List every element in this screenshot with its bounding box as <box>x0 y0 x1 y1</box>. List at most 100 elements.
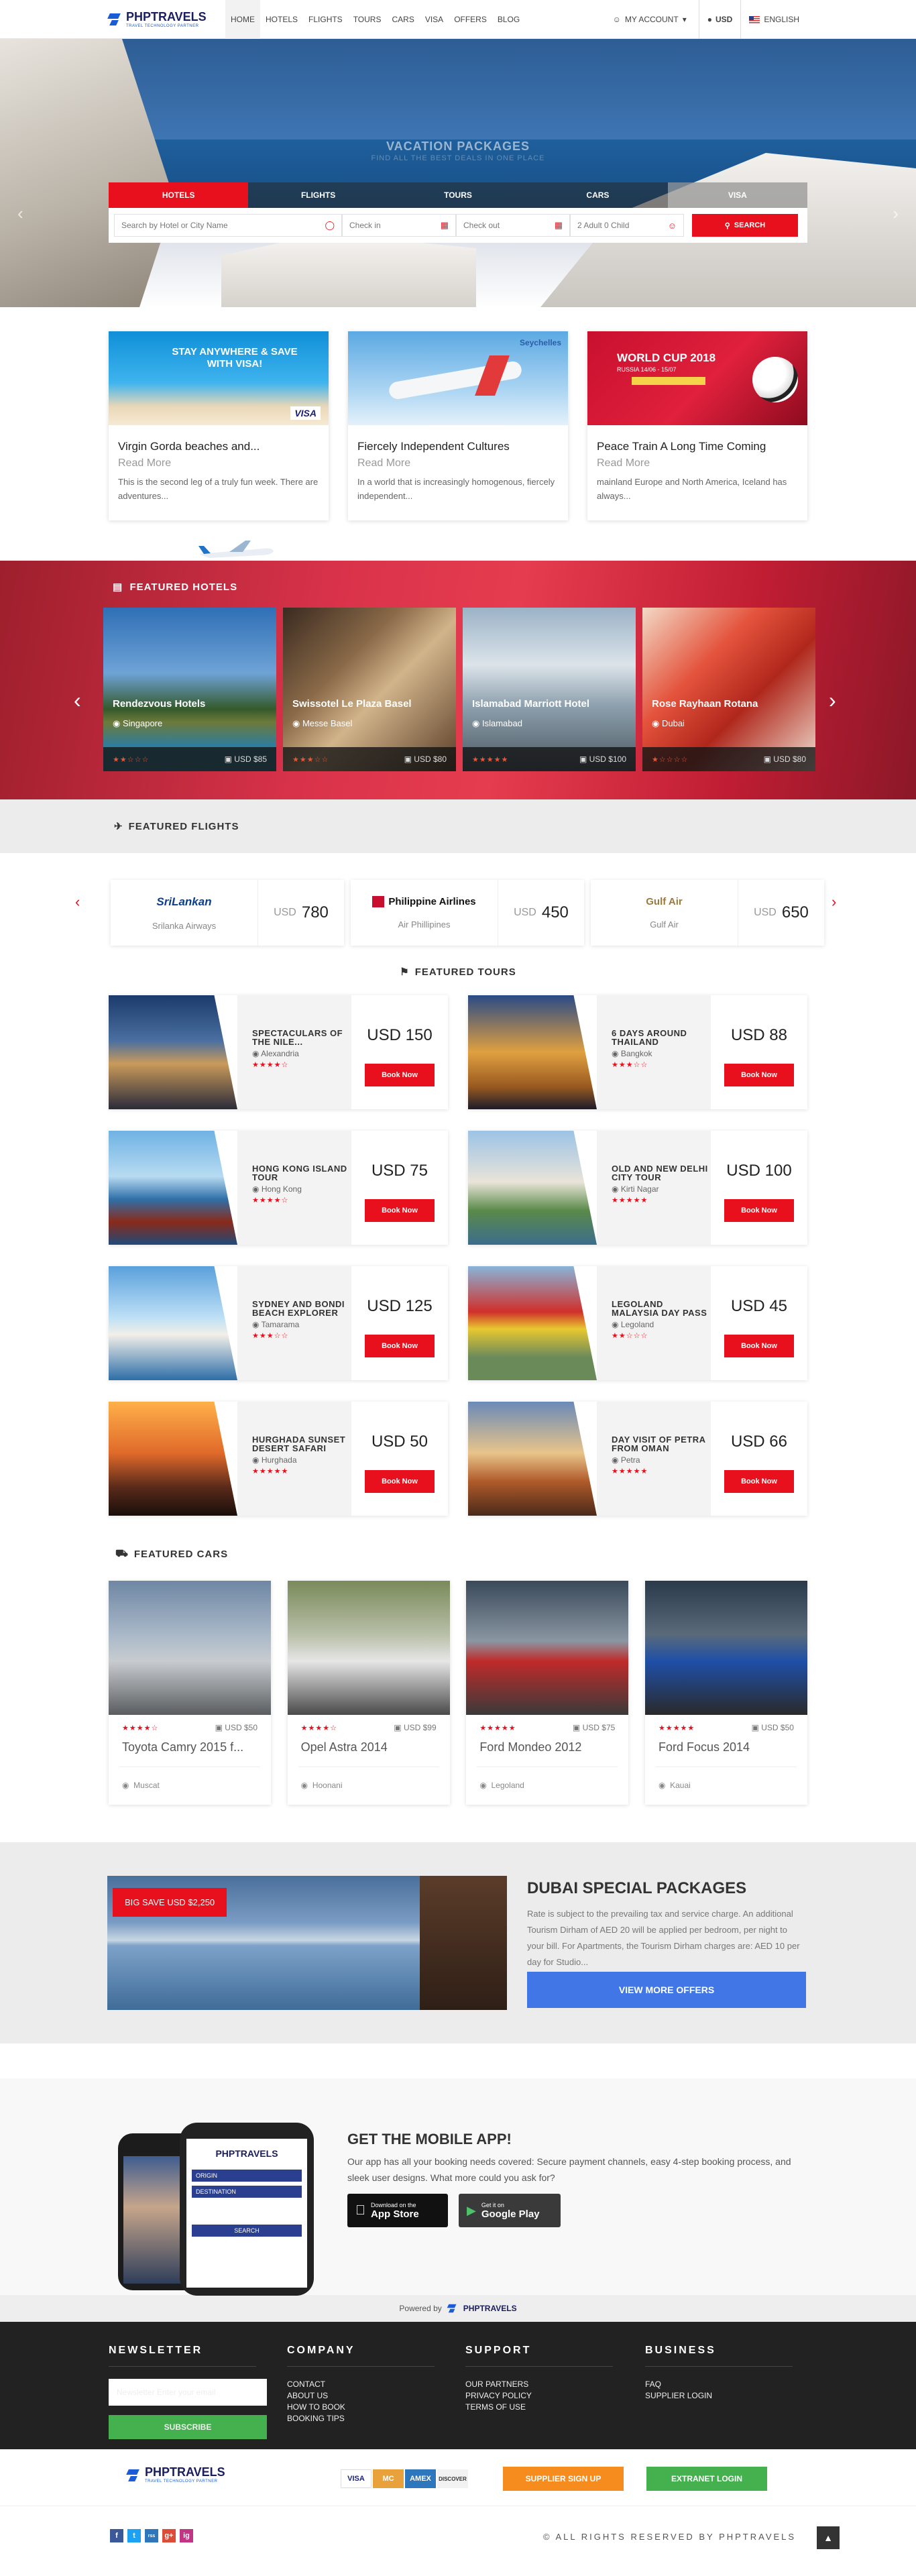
nav-hotels[interactable]: HOTELS <box>260 0 303 39</box>
hotel-location-text: Singapore <box>122 718 163 728</box>
book-now-button[interactable]: Book Now <box>724 1470 794 1493</box>
read-more-link[interactable]: Read More <box>109 457 329 473</box>
instagram-icon[interactable]: ig <box>180 2529 193 2542</box>
nav-blog[interactable]: BLOG <box>492 0 525 39</box>
tour-card[interactable]: LEGOLAND MALAYSIA DAY PASS ◉ Legoland ★★… <box>468 1266 807 1380</box>
tour-card[interactable]: SYDNEY AND BONDI BEACH EXPLORER ◉ Tamara… <box>109 1266 448 1380</box>
car-card[interactable]: ★★★★★ ▣ USD $50 Ford Focus 2014 ◉ Kauai <box>644 1581 807 1805</box>
nav-tours[interactable]: TOURS <box>348 0 387 39</box>
tour-price: USD 45 <box>730 1297 788 1315</box>
nav-offers[interactable]: OFFERS <box>449 0 492 39</box>
offer-title[interactable]: Virgin Gorda beaches and... <box>109 425 329 457</box>
scroll-to-top-icon[interactable]: ▲ <box>817 2526 840 2549</box>
flight-card[interactable]: SriLankan Srilanka Airways USD 780 <box>111 880 344 946</box>
hotel-card[interactable]: Islamabad Marriott Hotel ◉ Islamabad ★★★… <box>463 608 636 771</box>
read-more-link[interactable]: Read More <box>348 457 568 473</box>
app-store-button[interactable]: Download on theApp Store <box>347 2194 448 2227</box>
car-card[interactable]: ★★★★★ ▣ USD $75 Ford Mondeo 2012 ◉ Legola… <box>466 1581 629 1805</box>
offer-card[interactable]: WORLD CUP 2018 RUSSIA 14/06 - 15/07 Peac… <box>587 331 807 520</box>
nav-home[interactable]: HOME <box>225 0 260 39</box>
tour-card[interactable]: OLD AND NEW DELHI CITY TOUR ◉ Kirti Naga… <box>468 1131 807 1245</box>
car-name[interactable]: Toyota Camry 2015 f... <box>109 1732 271 1754</box>
hotel-card[interactable]: Swissotel Le Plaza Basel ◉ Messe Basel ★… <box>283 608 456 771</box>
offer-title[interactable]: Fiercely Independent Cultures <box>348 425 568 457</box>
car-name[interactable]: Ford Mondeo 2012 <box>466 1732 628 1754</box>
hero-next-arrow-icon[interactable]: › <box>893 203 899 224</box>
book-now-button[interactable]: Book Now <box>365 1199 435 1222</box>
hotel-location-text: Dubai <box>661 718 685 728</box>
book-now-button[interactable]: Book Now <box>365 1470 435 1493</box>
search-button[interactable]: ⚲ SEARCH <box>692 214 798 237</box>
footer-link-terms[interactable]: TERMS OF USE <box>465 2402 613 2413</box>
tour-card[interactable]: 6 DAYS AROUND THAILAND ◉ Bangkok ★★★☆☆ U… <box>468 995 807 1109</box>
star-rating: ★★★★☆ <box>122 1724 159 1732</box>
extranet-login-button[interactable]: EXTRANET LOGIN <box>646 2467 767 2491</box>
book-now-button[interactable]: Book Now <box>365 1335 435 1357</box>
hotels-prev-arrow-icon[interactable]: ‹ <box>74 688 81 713</box>
star-rating: ★★☆☆☆ <box>113 755 150 764</box>
checkin-input[interactable]: Check in ▦ <box>342 214 456 237</box>
nav-flights[interactable]: FLIGHTS <box>303 0 348 39</box>
nav-visa[interactable]: VISA <box>420 0 449 39</box>
footer-link-supplier-login[interactable]: SUPPLIER LOGIN <box>645 2390 793 2402</box>
language-dropdown[interactable]: ENGLISH <box>741 15 807 24</box>
tour-card[interactable]: SPECTACULARS OF THE NILE... ◉ Alexandria… <box>109 995 448 1109</box>
book-now-button[interactable]: Book Now <box>365 1064 435 1086</box>
tab-hotels[interactable]: HOTELS <box>109 182 249 208</box>
google-play-button[interactable]: ▶ Get it on Google Play <box>459 2194 561 2227</box>
footer-link-about[interactable]: ABOUT US <box>287 2390 435 2402</box>
car-card[interactable]: ★★★★☆ ▣ USD $99 Opel Astra 2014 ◉ Hoonani <box>287 1581 450 1805</box>
offer-title[interactable]: Peace Train A Long Time Coming <box>587 425 807 457</box>
flight-card[interactable]: Philippine Airlines Air Phillipines USD 45… <box>351 880 584 946</box>
footer-link-booking-tips[interactable]: BOOKING TIPS <box>287 2413 435 2424</box>
hotel-card[interactable]: Rendezvous Hotels ◉ Singapore ★★☆☆☆ ▣ USD… <box>103 608 276 771</box>
tab-cars[interactable]: CARS <box>528 182 668 208</box>
car-name[interactable]: Ford Focus 2014 <box>645 1732 807 1754</box>
twitter-icon[interactable]: t <box>127 2529 141 2542</box>
guests-input[interactable]: 2 Adult 0 Child ☺ <box>570 214 684 237</box>
my-account-dropdown[interactable]: ☺ MY ACCOUNT ▾ <box>601 0 699 39</box>
car-card[interactable]: ★★★★☆ ▣ USD $50 Toyota Camry 2015 f... ◉ … <box>109 1581 271 1805</box>
newsletter-email-input[interactable]: Newsletter Enter your email <box>109 2379 267 2406</box>
powered-by-brand[interactable]: PHPTRAVELS <box>463 2304 517 2313</box>
footer-link-contact[interactable]: CONTACT <box>287 2379 435 2390</box>
tour-card[interactable]: HONG KONG ISLAND TOUR ◉ Hong Kong ★★★★☆ … <box>109 1131 448 1245</box>
calendar-icon: ▦ <box>440 220 449 230</box>
offer-card[interactable]: Seychelles Fiercely Independent Cultures… <box>348 331 568 520</box>
checkout-input[interactable]: Check out ▦ <box>456 214 570 237</box>
flights-prev-arrow-icon[interactable]: ‹ <box>75 893 80 911</box>
view-more-offers-button[interactable]: VIEW MORE OFFERS <box>527 1972 806 2008</box>
footer-link-faq[interactable]: FAQ <box>645 2379 793 2390</box>
hero-prev-arrow-icon[interactable]: ‹ <box>17 203 23 224</box>
subscribe-button[interactable]: SUBSCRIBE <box>109 2415 267 2439</box>
footer-link-partners[interactable]: OUR PARTNERS <box>465 2379 613 2390</box>
book-now-button[interactable]: Book Now <box>724 1064 794 1086</box>
tour-card[interactable]: HURGHADA SUNSET DESERT SAFARI ◉ Hurghada… <box>109 1402 448 1516</box>
footer-link-privacy[interactable]: PRIVACY POLICY <box>465 2390 613 2402</box>
hotel-search-input[interactable]: Search by Hotel or City Name ◯ <box>114 214 342 237</box>
offer-image: Seychelles <box>348 331 568 425</box>
tour-location: ◉ Hong Kong <box>252 1184 351 1194</box>
flights-next-arrow-icon[interactable]: › <box>832 893 836 911</box>
hotels-next-arrow-icon[interactable]: › <box>829 688 836 713</box>
supplier-signup-button[interactable]: SUPPLIER SIGN UP <box>503 2467 624 2491</box>
tab-tours[interactable]: TOURS <box>388 182 528 208</box>
site-logo[interactable]: PHPTRAVELS TRAVEL TECHNOLOGY PARTNER <box>109 11 223 28</box>
footer-logo[interactable]: PHPTRAVELS TRAVEL TECHNOLOGY PARTNER <box>127 2466 241 2483</box>
read-more-link[interactable]: Read More <box>587 457 807 473</box>
car-name[interactable]: Opel Astra 2014 <box>288 1732 450 1754</box>
footer-link-how-to-book[interactable]: HOW TO BOOK <box>287 2402 435 2413</box>
offer-card[interactable]: STAY ANYWHERE & SAVE WITH VISA! VISA Vir… <box>109 331 329 520</box>
book-now-button[interactable]: Book Now <box>724 1335 794 1357</box>
currency-dropdown[interactable]: ● USD <box>699 0 742 39</box>
nav-cars[interactable]: CARS <box>386 0 419 39</box>
tab-flights[interactable]: FLIGHTS <box>248 182 388 208</box>
book-now-button[interactable]: Book Now <box>724 1199 794 1222</box>
hotel-card[interactable]: Rose Rayhaan Rotana ◉ Dubai ★☆☆☆☆ ▣ USD $… <box>642 608 815 771</box>
rss-icon[interactable]: rss <box>145 2529 158 2542</box>
flight-card[interactable]: Gulf Air Gulf Air USD 650 <box>591 880 824 946</box>
facebook-icon[interactable]: f <box>110 2529 123 2542</box>
google-plus-icon[interactable]: g+ <box>162 2529 176 2542</box>
tour-card[interactable]: DAY VISIT OF PETRA FROM OMAN ◉ Petra ★★★… <box>468 1402 807 1516</box>
tab-visa[interactable]: VISA <box>667 182 808 208</box>
